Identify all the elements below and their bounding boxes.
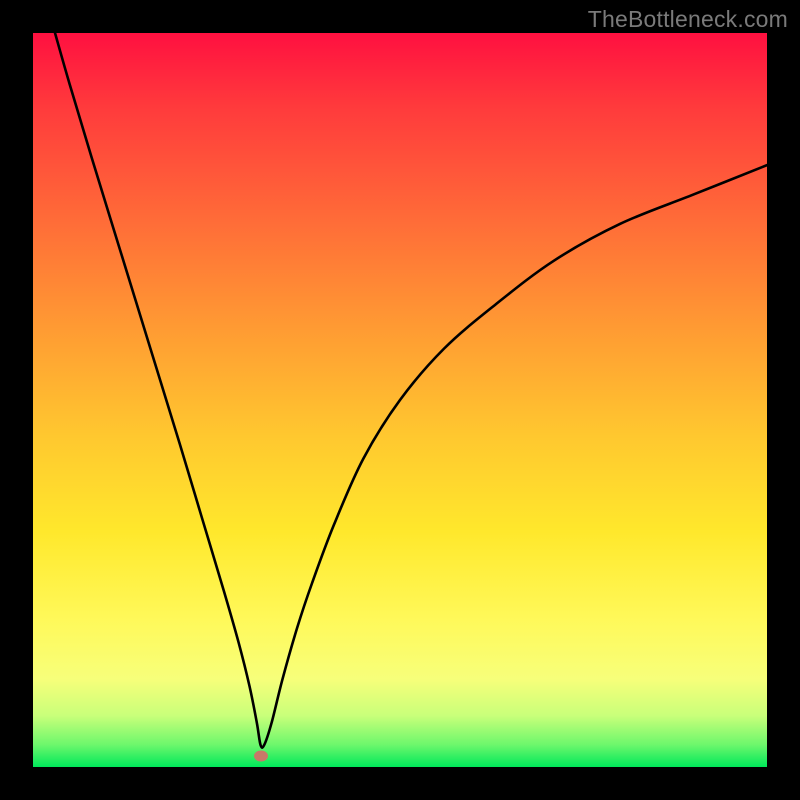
bottleneck-curve [33, 33, 767, 767]
plot-area [33, 33, 767, 767]
chart-frame: TheBottleneck.com [0, 0, 800, 800]
minimum-marker [254, 750, 268, 761]
curve-path [55, 33, 767, 748]
watermark-text: TheBottleneck.com [588, 6, 788, 33]
